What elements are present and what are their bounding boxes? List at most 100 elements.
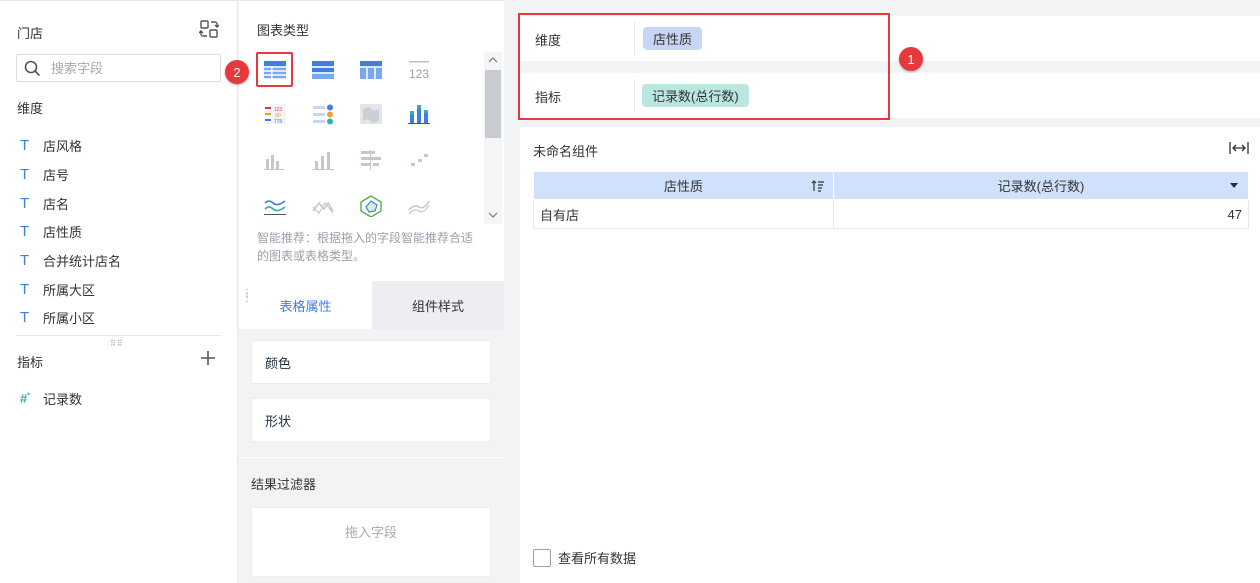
area-line-icon (312, 201, 334, 214)
search-icon (24, 60, 41, 77)
chart-type-line[interactable] (257, 190, 293, 222)
chart-type-area-line[interactable] (305, 190, 341, 222)
color-property[interactable]: 颜色 (251, 340, 491, 384)
switch-dataset-icon[interactable] (199, 19, 219, 39)
search-input[interactable] (51, 59, 211, 77)
chart-type-map[interactable] (353, 98, 389, 130)
view-all-data-checkbox[interactable]: 查看所有数据 (533, 548, 636, 567)
table-header-row: 店性质 记录数(总行数) (533, 171, 1249, 200)
number-icon: 123 (409, 61, 429, 81)
add-measure-icon[interactable] (199, 349, 217, 367)
scroll-up-icon[interactable] (488, 55, 498, 65)
chart-type-grouped-table[interactable] (353, 54, 389, 86)
table-row: 自有店 47 (533, 199, 1249, 229)
drag-handle[interactable]: ⋮ ⋮ (242, 289, 252, 304)
text-type-icon: T (20, 136, 30, 154)
horizontal-bar-icon (361, 150, 381, 170)
chart-type-cross-table[interactable] (305, 54, 341, 86)
slot-divider (634, 22, 635, 55)
scroll-down-icon[interactable] (488, 210, 498, 220)
chart-type-bar[interactable] (257, 144, 293, 176)
measure-section-title: 指标 (17, 355, 44, 370)
line-chart-icon (264, 200, 286, 215)
resize-handle[interactable]: ⠿⠿ (110, 339, 124, 348)
shape-property[interactable]: 形状 (251, 398, 491, 442)
dimension-pill[interactable]: 店性质 (643, 27, 703, 50)
smart-recommend-hint: 智能推荐：根据拖入的字段智能推荐合适的图表或表格类型。 (257, 231, 474, 263)
column-header[interactable]: 记录数(总行数) (833, 171, 1249, 200)
svg-text:778: 778 (274, 119, 283, 125)
colored-kpi-icon (313, 104, 333, 125)
chart-type-column[interactable] (305, 144, 341, 176)
number-type-icon: #* (20, 390, 30, 406)
grouped-table-icon (360, 61, 382, 79)
table-cell: 自有店 (533, 199, 834, 229)
dataset-title: 门店 (17, 26, 44, 41)
chart-type-kpi-number[interactable]: 123 (401, 54, 437, 86)
annotation-badge-1: 1 (899, 47, 923, 71)
dimension-field[interactable]: T 店号 (20, 164, 69, 184)
text-type-icon: T (20, 280, 30, 298)
chart-type-table[interactable] (257, 54, 293, 86)
dimension-field[interactable]: T 店性质 (20, 221, 82, 241)
property-tabs: 表格属性 组件样式 (239, 281, 504, 329)
sort-icon[interactable] (811, 179, 825, 193)
section-divider (16, 335, 221, 336)
dimension-slot-label: 维度 (535, 33, 562, 48)
filter-drop-zone[interactable]: 拖入字段 (251, 507, 491, 577)
step-chart-icon (411, 154, 428, 166)
dimension-field[interactable]: T 所属小区 (20, 307, 95, 327)
chart-type-title: 图表类型 (257, 23, 310, 38)
dimension-field[interactable]: T 合并统计店名 (20, 250, 121, 270)
chart-type-colored-kpi[interactable] (305, 98, 341, 130)
text-type-icon: T (20, 165, 30, 183)
dimension-slot[interactable]: 维度 店性质 (520, 16, 1260, 61)
data-table: 店性质 记录数(总行数) 自有店 47 (533, 171, 1249, 229)
text-type-icon: T (20, 194, 30, 212)
dimension-section-title: 维度 (17, 101, 44, 116)
column-fit-icon[interactable] (1228, 140, 1250, 156)
table-cell: 47 (833, 199, 1249, 229)
measure-slot[interactable]: 指标 记录数(总行数) (520, 73, 1260, 118)
annotation-badge-2: 2 (225, 60, 249, 84)
text-type-icon: T (20, 251, 30, 269)
text-type-icon: T (20, 222, 30, 240)
chart-type-heat-table[interactable]: 123 90 778 (257, 98, 293, 130)
stacked-bar-icon (408, 105, 430, 124)
chart-type-horizontal-bar[interactable] (353, 144, 389, 176)
chart-type-stacked-bar[interactable] (401, 98, 437, 130)
tab-component-style[interactable]: 组件样式 (372, 281, 504, 329)
measure-slot-label: 指标 (535, 90, 562, 105)
bar-chart-icon (264, 155, 284, 170)
chart-type-scrollbar[interactable] (484, 52, 502, 224)
chart-type-multi-line[interactable] (401, 190, 437, 222)
tab-table-properties[interactable]: 表格属性 (239, 281, 372, 329)
dimension-field[interactable]: T 店风格 (20, 135, 82, 155)
column-header[interactable]: 店性质 (533, 171, 834, 200)
measure-field[interactable]: #* 记录数 (20, 388, 82, 408)
dimension-field[interactable]: T 店名 (20, 193, 69, 213)
checkbox[interactable] (533, 548, 551, 567)
multi-line-icon (408, 200, 430, 215)
widget-title[interactable]: 未命名组件 (533, 141, 598, 160)
column-chart-icon (312, 152, 334, 170)
text-type-icon: T (20, 308, 30, 326)
result-filter-title: 结果过滤器 (251, 477, 317, 492)
table-chart-icon (264, 61, 286, 79)
heat-table-icon: 12390778 (264, 104, 286, 125)
chart-type-radar[interactable] (353, 190, 389, 222)
field-search[interactable] (16, 54, 221, 82)
dimension-field[interactable]: T 所属大区 (20, 279, 95, 299)
chart-type-scatter-step[interactable] (401, 144, 437, 176)
dropdown-arrow-icon[interactable] (1230, 183, 1238, 188)
scroll-thumb[interactable] (485, 70, 501, 138)
table-widget: 未命名组件 店性质 记录数(总行数) 自有店 47 查看所有数据 (520, 127, 1260, 583)
svg-text:123: 123 (409, 67, 429, 81)
cross-table-icon (312, 61, 334, 79)
radar-chart-icon (360, 195, 382, 217)
measure-pill[interactable]: 记录数(总行数) (642, 84, 749, 107)
slot-divider (634, 79, 635, 112)
config-panel: 图表类型 123 123 90 778 智能推荐：根据拖入的字段智能推荐合适的图… (225, 0, 504, 583)
dataset-panel: 门店 维度 T 店风格 T 店号 T 店名 T 店性质 T 合并统计店名 T 所… (0, 0, 238, 583)
map-icon (360, 104, 382, 124)
